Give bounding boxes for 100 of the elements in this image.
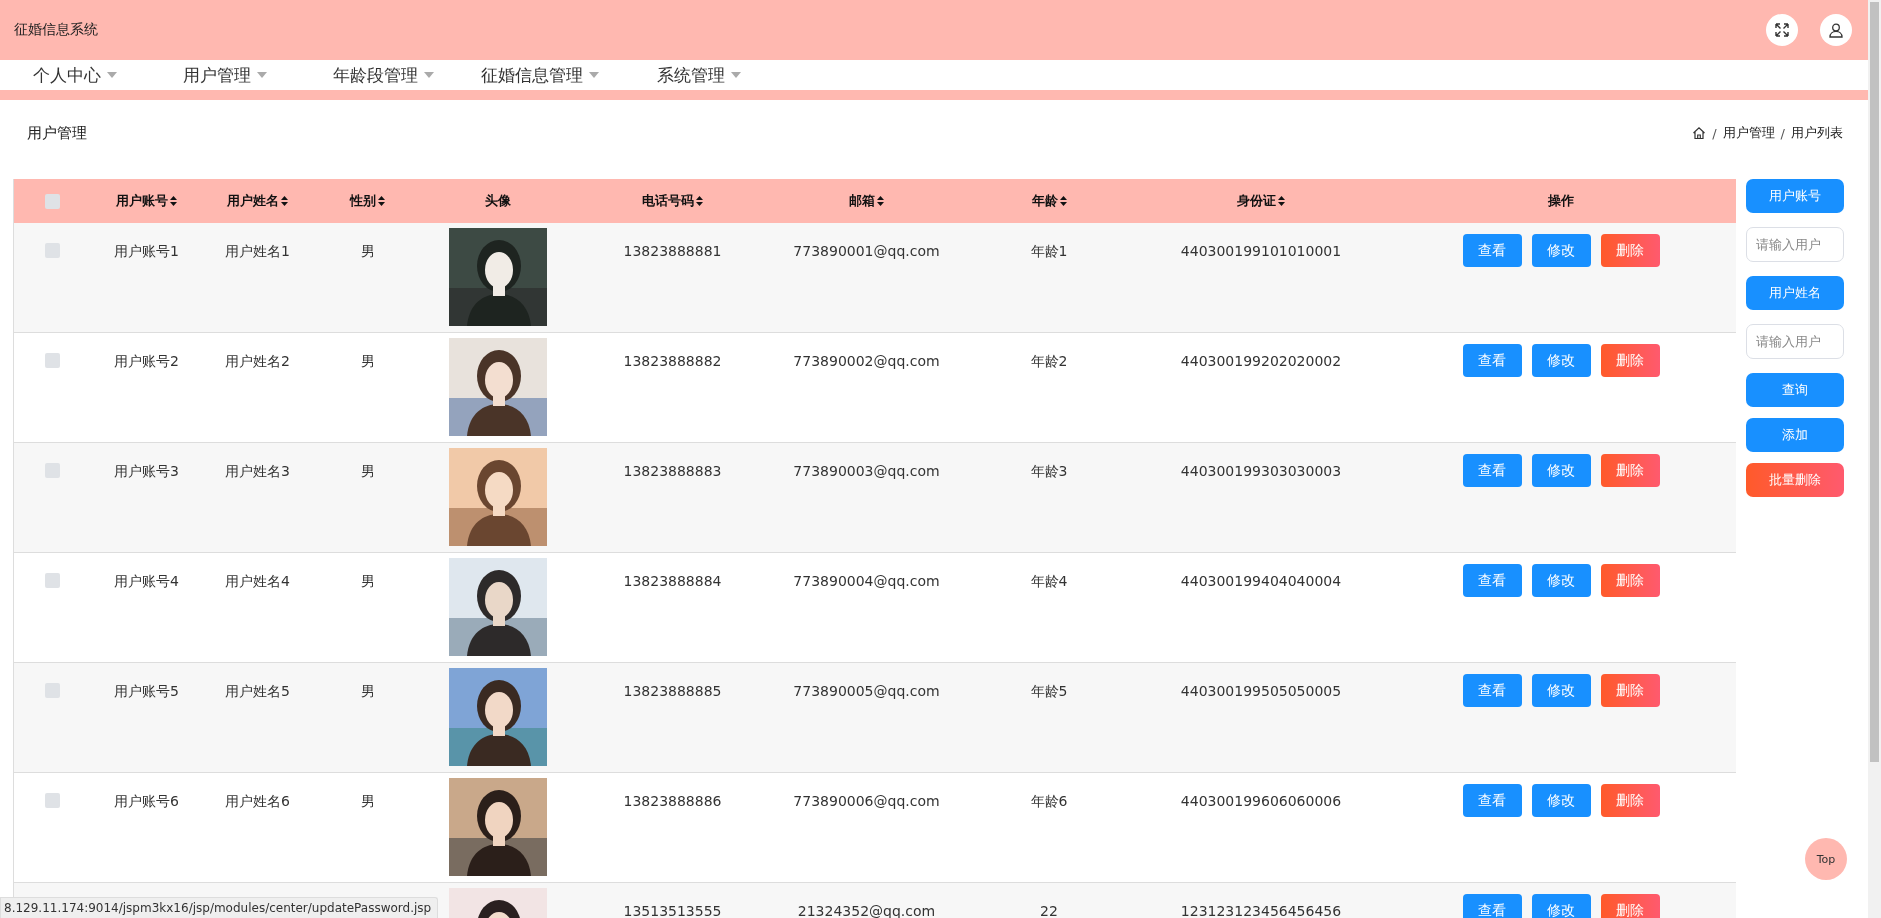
action-button[interactable]: 查看 — [1462, 564, 1522, 597]
table-cell: 123123123456456456 — [1180, 903, 1342, 918]
delete-button[interactable]: 删除 — [1600, 674, 1660, 707]
row-checkbox[interactable] — [45, 573, 60, 588]
table-cell: 用户账号5 — [114, 683, 179, 701]
breadcrumb-item[interactable]: 用户管理 — [1722, 124, 1775, 142]
batch-delete-button[interactable]: 批量删除 — [1746, 463, 1844, 497]
action-button[interactable]: 修改 — [1531, 784, 1591, 817]
user-icon[interactable] — [1820, 14, 1852, 46]
caret-icon — [731, 72, 741, 78]
breadcrumb-separator: / — [1712, 125, 1717, 141]
table-cell: 440300199303030003 — [1180, 463, 1342, 479]
table-cell: 13823888883 — [623, 463, 722, 479]
action-button[interactable]: 查询 — [1746, 373, 1844, 407]
delete-button[interactable]: 删除 — [1600, 234, 1660, 267]
action-button[interactable]: 修改 — [1531, 564, 1591, 597]
table-cell: 用户姓名4 — [225, 573, 290, 591]
delete-button[interactable]: 删除 — [1600, 894, 1660, 918]
row-checkbox[interactable] — [45, 683, 60, 698]
nav-menu-item[interactable]: 用户管理 — [183, 63, 251, 87]
table-cell: 13823888881 — [623, 243, 722, 259]
row-checkbox[interactable] — [45, 463, 60, 478]
table-cell: 用户姓名6 — [225, 793, 290, 811]
action-button[interactable]: 修改 — [1531, 234, 1591, 267]
table-cell: 男 — [360, 683, 375, 701]
caret-icon — [257, 72, 267, 78]
table-cell: 用户姓名2 — [225, 353, 290, 371]
scrollbar-thumb[interactable] — [1870, 2, 1879, 762]
action-button[interactable]: 查看 — [1462, 344, 1522, 377]
table-cell: 用户账号2 — [114, 353, 179, 371]
table-cell: 用户账号1 — [114, 243, 179, 261]
action-button[interactable]: 修改 — [1531, 674, 1591, 707]
action-button[interactable]: 查看 — [1462, 784, 1522, 817]
sort-icon[interactable] — [281, 196, 288, 206]
nav-menu-item[interactable]: 系统管理 — [657, 63, 725, 87]
table-cell: 773890006@qq.com — [793, 793, 940, 809]
table-cell: 用户姓名1 — [225, 243, 290, 261]
sort-icon[interactable] — [170, 196, 177, 206]
input-field[interactable]: 请输入用户 — [1746, 324, 1844, 359]
table-cell: 440300199101010001 — [1180, 243, 1342, 259]
table-cell: 773890005@qq.com — [793, 683, 940, 699]
fullscreen-icon[interactable] — [1766, 14, 1798, 46]
action-button[interactable]: 修改 — [1531, 454, 1591, 487]
column-header: 操作 — [1548, 192, 1574, 210]
action-button[interactable]: 修改 — [1531, 344, 1591, 377]
table-cell: 用户账号3 — [114, 463, 179, 481]
search-label: 用户姓名 — [1746, 276, 1844, 310]
table-cell: 13823888886 — [623, 793, 722, 809]
column-header: 电话号码 — [642, 192, 694, 210]
column-header: 年龄 — [1031, 192, 1058, 210]
column-header: 身份证 — [1237, 192, 1276, 210]
sort-icon[interactable] — [378, 196, 385, 206]
action-button[interactable]: 查看 — [1462, 894, 1522, 918]
sort-icon[interactable] — [696, 196, 703, 206]
sort-icon[interactable] — [1059, 196, 1067, 206]
back-to-top-button[interactable]: Top — [1805, 838, 1847, 880]
app-title: 征婚信息系统 — [14, 21, 98, 39]
table-cell: 440300199606060006 — [1180, 793, 1342, 809]
input-field[interactable]: 请输入用户 — [1746, 227, 1844, 262]
table-cell: 男 — [360, 793, 375, 811]
table-cell: 年龄1 — [1030, 243, 1068, 261]
action-button[interactable]: 查看 — [1462, 674, 1522, 707]
select-all-checkbox[interactable] — [45, 193, 60, 209]
sort-icon[interactable] — [877, 196, 884, 206]
column-header: 邮箱 — [849, 192, 875, 210]
caret-icon — [589, 72, 599, 78]
table-cell: 年龄3 — [1030, 463, 1068, 481]
action-button[interactable]: 查看 — [1462, 454, 1522, 487]
row-checkbox[interactable] — [45, 243, 60, 258]
table-cell: 用户账号6 — [114, 793, 179, 811]
page-title: 用户管理 — [27, 123, 87, 143]
table-cell: 440300199202020002 — [1180, 353, 1342, 369]
row-checkbox[interactable] — [45, 793, 60, 808]
search-label: 用户账号 — [1746, 179, 1844, 213]
action-button[interactable]: 添加 — [1746, 418, 1844, 452]
table-cell: 21324352@qq.com — [797, 903, 936, 918]
action-button[interactable]: 修改 — [1531, 894, 1591, 918]
caret-icon — [424, 72, 434, 78]
table-cell: 440300199404040004 — [1180, 573, 1342, 589]
table-cell: 男 — [360, 243, 375, 261]
sort-icon[interactable] — [1278, 196, 1285, 206]
delete-button[interactable]: 删除 — [1600, 784, 1660, 817]
delete-button[interactable]: 删除 — [1600, 564, 1660, 597]
table-cell: 男 — [360, 573, 375, 591]
nav-menu-item[interactable]: 年龄段管理 — [333, 63, 418, 87]
column-header: 用户账号 — [116, 192, 168, 210]
row-checkbox[interactable] — [45, 353, 60, 368]
nav-menu-item[interactable]: 征婚信息管理 — [481, 63, 583, 87]
breadcrumb-item[interactable]: 用户列表 — [1791, 124, 1843, 142]
table-cell: 年龄5 — [1030, 683, 1068, 701]
table-cell: 440300199505050005 — [1180, 683, 1342, 699]
home-icon[interactable] — [1692, 126, 1707, 140]
table-cell: 用户姓名3 — [225, 463, 290, 481]
action-button[interactable]: 查看 — [1462, 234, 1522, 267]
table-cell: 用户账号4 — [114, 573, 179, 591]
table-cell: 男 — [360, 353, 375, 371]
delete-button[interactable]: 删除 — [1600, 454, 1660, 487]
nav-menu-item[interactable]: 个人中心 — [33, 63, 101, 87]
delete-button[interactable]: 删除 — [1600, 344, 1660, 377]
table-cell: 13823888885 — [623, 683, 722, 699]
